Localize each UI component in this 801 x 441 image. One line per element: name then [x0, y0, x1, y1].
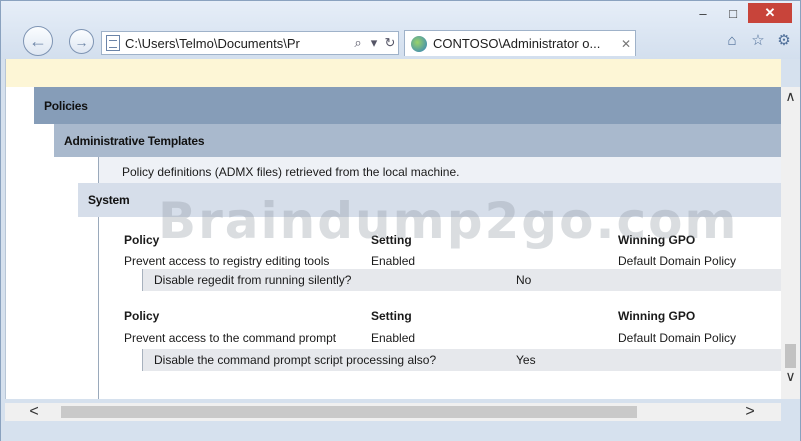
table2-sub-value: Yes — [516, 353, 536, 367]
top-strip — [6, 59, 781, 87]
table2-header-winning-gpo: Winning GPO — [618, 309, 696, 323]
close-button[interactable]: ✕ — [748, 3, 792, 23]
system-label: System — [88, 193, 130, 207]
browser-tab[interactable]: CONTOSO\Administrator o... ✕ — [404, 30, 636, 56]
scroll-down-icon[interactable]: ∨ — [781, 367, 800, 385]
window-controls: – □ ✕ — [688, 3, 792, 23]
policies-label: Policies — [44, 98, 88, 113]
back-arrow-icon: ← — [29, 30, 47, 51]
address-url[interactable]: C:\Users\Telmo\Documents\Pr — [125, 36, 350, 51]
horizontal-scroll-thumb[interactable] — [61, 406, 637, 418]
back-button[interactable]: ← — [23, 26, 53, 56]
table1-sub-value: No — [516, 273, 532, 287]
table1-header-setting: Setting — [371, 233, 412, 247]
admin-templates-label: Administrative Templates — [64, 133, 205, 148]
table2-header-policy: Policy — [124, 309, 160, 323]
status-bar — [1, 423, 800, 441]
toolbar-icons: ⌂ ☆ ⚙ — [724, 33, 792, 49]
table1-header-winning-gpo: Winning GPO — [618, 233, 696, 247]
table1-setting-value: Enabled — [371, 254, 416, 268]
settings-gear-icon[interactable]: ⚙ — [776, 33, 792, 49]
table2-winning-gpo: Default Domain Policy — [618, 331, 737, 345]
favorites-star-icon[interactable]: ☆ — [750, 33, 766, 49]
table1-header-policy: Policy — [124, 233, 160, 247]
scroll-left-icon[interactable]: < — [25, 403, 43, 421]
table1-sub-line — [142, 269, 143, 291]
chevron-down-icon[interactable]: ▾ — [366, 35, 382, 51]
forward-arrow-icon: → — [74, 33, 89, 50]
section-header-administrative-templates[interactable]: Administrative Templates — [54, 124, 781, 157]
table2-header-setting: Setting — [371, 309, 412, 323]
tab-close-icon[interactable]: ✕ — [617, 37, 635, 51]
minimize-button[interactable]: – — [688, 3, 718, 23]
table1-winning-gpo: Default Domain Policy — [618, 254, 737, 268]
vertical-scroll-thumb[interactable] — [785, 344, 796, 368]
ie-logo-icon — [411, 35, 427, 52]
address-bar[interactable]: C:\Users\Telmo\Documents\Pr ⌕ ▾ ↻ — [101, 31, 399, 55]
admx-description: Policy definitions (ADMX files) retrieve… — [122, 165, 460, 179]
table2-setting-value: Enabled — [371, 331, 416, 345]
report-content: Policies Administrative Templates Policy… — [5, 59, 781, 399]
table1-policy-name: Prevent access to registry editing tools — [124, 254, 330, 268]
maximize-button[interactable]: □ — [718, 3, 748, 23]
tab-title: CONTOSO\Administrator o... — [433, 36, 601, 51]
horizontal-scrollbar[interactable]: < > — [5, 403, 781, 421]
browser-window: – □ ✕ ← → C:\Users\Telmo\Documents\Pr ⌕ … — [0, 0, 801, 441]
table2-sub-line — [142, 349, 143, 371]
forward-button[interactable]: → — [69, 29, 94, 54]
home-icon[interactable]: ⌂ — [724, 33, 740, 49]
browser-chrome: – □ ✕ ← → C:\Users\Telmo\Documents\Pr ⌕ … — [1, 1, 800, 59]
vertical-scrollbar[interactable]: ∧ ∨ — [781, 87, 800, 399]
page-icon — [106, 35, 120, 51]
refresh-icon[interactable]: ↻ — [382, 35, 398, 51]
search-icon[interactable]: ⌕ — [350, 35, 366, 51]
section-header-system[interactable]: System — [78, 183, 781, 217]
table1-sub-label: Disable regedit from running silently? — [154, 273, 352, 287]
table2-policy-name: Prevent access to the command prompt — [124, 331, 337, 345]
table2-sub-label: Disable the command prompt script proces… — [154, 353, 437, 367]
section-header-policies[interactable]: Policies — [34, 87, 781, 124]
scroll-right-icon[interactable]: > — [741, 403, 759, 421]
scroll-up-icon[interactable]: ∧ — [781, 87, 800, 105]
